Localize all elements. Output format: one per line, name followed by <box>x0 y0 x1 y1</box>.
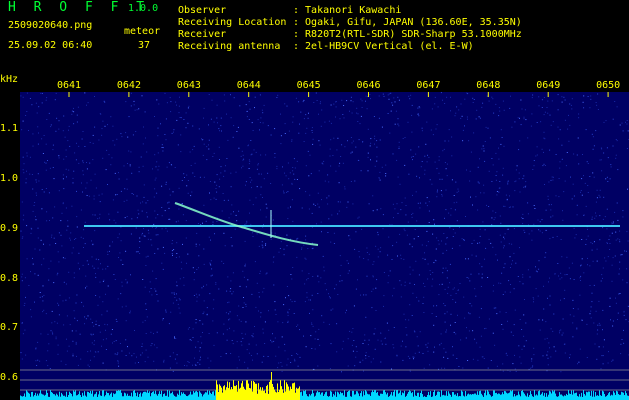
freq-tick-label: 0.8 <box>0 273 19 284</box>
time-tick-label: 0646 <box>356 80 381 91</box>
time-tick-label: 0645 <box>296 80 321 91</box>
freq-tick-label: 0.7 <box>0 322 19 333</box>
time-tick-label: 0647 <box>416 80 441 91</box>
time-tick-label: 0648 <box>476 80 501 91</box>
time-tick-label: 0642 <box>116 80 141 91</box>
time-tick-label: 0650 <box>596 80 621 91</box>
freq-tick-label: 1.0 <box>0 173 19 184</box>
freq-tick-label: 0.9 <box>0 223 19 234</box>
time-tick-label: 0641 <box>57 80 82 91</box>
time-tick-label: 0644 <box>236 80 261 91</box>
spectrogram-background <box>20 92 629 400</box>
time-tick-label: 0649 <box>536 80 561 91</box>
spectrogram <box>20 92 629 400</box>
freq-tick-label: 1.1 <box>0 123 19 134</box>
time-tick-label: 0643 <box>176 80 201 91</box>
freq-tick-label: 0.6 <box>0 372 19 383</box>
